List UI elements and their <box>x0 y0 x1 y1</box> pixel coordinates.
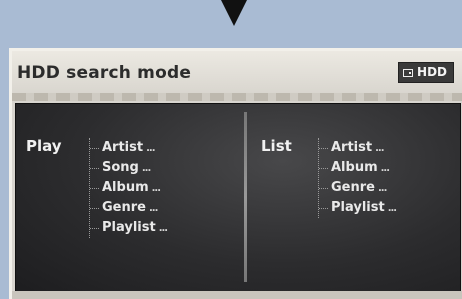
ellipsis-icon: ... <box>387 203 397 214</box>
list-menu-tree: Artist ... Album ... Genre ... Playlist … <box>318 138 397 218</box>
ellipsis-icon: ... <box>380 163 390 174</box>
ellipsis-icon: ... <box>148 203 158 214</box>
ellipsis-icon: ... <box>146 143 155 154</box>
play-menu-item-label: Playlist <box>102 220 156 235</box>
play-menu-item-label: Album <box>102 180 149 195</box>
list-menu-item-label: Genre <box>331 180 375 195</box>
hdd-source-label: HDD <box>417 65 447 79</box>
list-menu-item-album[interactable]: Album ... <box>319 158 396 178</box>
title-separator-stripe <box>12 93 462 101</box>
ellipsis-icon: ... <box>151 183 161 194</box>
list-menu-item-label: Artist <box>331 140 373 155</box>
play-menu-item-label: Artist <box>102 140 144 155</box>
screen-title: HDD search mode <box>17 63 192 83</box>
list-menu-item-playlist[interactable]: Playlist ... <box>319 198 397 218</box>
play-menu-item-artist[interactable]: Artist ... <box>90 138 167 158</box>
play-menu-item-label: Genre <box>102 200 146 215</box>
list-menu-item-artist[interactable]: Artist ... <box>319 138 396 158</box>
list-menu-item-label: Album <box>331 160 378 175</box>
play-menu-item-album[interactable]: Album ... <box>90 178 167 198</box>
hdd-source-button[interactable]: HDD <box>398 62 454 83</box>
title-bar: HDD search mode HDD <box>12 51 462 93</box>
ellipsis-icon: ... <box>158 223 168 234</box>
search-menu-panel: Play Artist ... Song ... Album ... Genre… <box>15 103 461 295</box>
play-menu-tree: Artist ... Song ... Album ... Genre ... … <box>89 138 168 238</box>
play-menu-item-song[interactable]: Song ... <box>90 158 167 178</box>
column-divider <box>244 112 247 282</box>
ellipsis-icon: ... <box>377 183 387 194</box>
list-heading: List <box>261 137 292 155</box>
play-menu-item-genre[interactable]: Genre ... <box>90 198 167 218</box>
down-arrow-pointer-icon <box>221 0 247 26</box>
bottom-strip <box>12 291 462 299</box>
list-menu-item-label: Playlist <box>331 200 385 215</box>
list-menu-item-genre[interactable]: Genre ... <box>319 178 396 198</box>
hdd-search-screen: HDD search mode HDD Play Artist ... Song… <box>9 48 462 299</box>
ellipsis-icon: ... <box>141 163 151 174</box>
play-menu-item-label: Song <box>102 160 139 175</box>
ellipsis-icon: ... <box>375 143 384 154</box>
hdd-icon <box>403 68 414 77</box>
play-menu-item-playlist[interactable]: Playlist ... <box>90 218 168 238</box>
play-heading: Play <box>26 137 62 155</box>
